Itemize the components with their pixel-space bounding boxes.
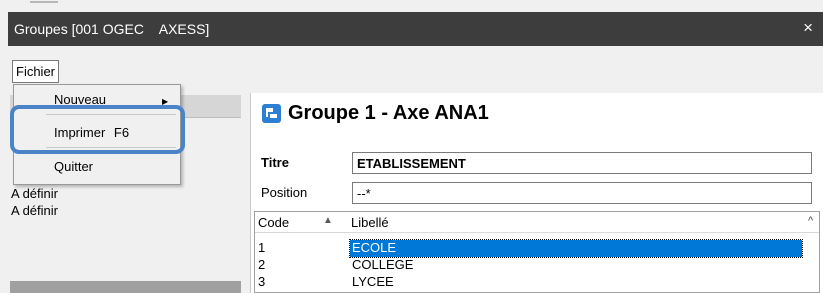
list-item[interactable]: A définir <box>11 203 58 218</box>
close-icon[interactable]: × <box>803 19 813 36</box>
background-window-fragment <box>30 1 58 3</box>
table-row-libelle[interactable]: COLLEGE <box>352 257 413 272</box>
column-header-code[interactable]: Code <box>258 215 289 230</box>
position-label: Position <box>261 185 308 200</box>
titre-field[interactable]: ETABLISSEMENT <box>352 152 812 174</box>
table-row-code[interactable]: 3 <box>258 274 265 289</box>
sort-asc-icon[interactable]: ▲ <box>323 215 333 226</box>
scroll-up-icon[interactable]: ^ <box>808 215 813 227</box>
codes-table: Code ▲ Libellé ^ 1 ECOLE 2 COLLEGE 3 LYC… <box>254 211 820 293</box>
table-header <box>255 212 819 233</box>
group-detail-panel: Groupe 1 - Axe ANA1 Titre ETABLISSEMENT … <box>250 93 823 293</box>
position-field[interactable]: --* <box>352 182 812 204</box>
background-strip <box>0 0 823 12</box>
titre-label: Titre <box>261 155 289 170</box>
window-title: Groupes [001 OGEC AXESS] <box>14 21 210 37</box>
table-row-libelle[interactable]: LYCEE <box>352 274 394 289</box>
table-row-code[interactable]: 1 <box>258 240 265 255</box>
group-icon <box>262 104 281 123</box>
highlight-ring <box>10 105 185 154</box>
menu-item-label: Quitter <box>54 159 94 174</box>
menu-fichier-label: Fichier <box>16 64 56 79</box>
groups-list-scrollbar[interactable] <box>10 281 241 293</box>
list-item[interactable]: A définir <box>11 186 58 201</box>
selected-row-highlight <box>349 239 803 258</box>
menu-fichier[interactable]: Fichier <box>12 60 60 83</box>
menu-item-quitter[interactable]: Quitter <box>54 159 93 174</box>
table-row-code[interactable]: 2 <box>258 257 265 272</box>
page-title: Groupe 1 - Axe ANA1 <box>288 102 489 124</box>
title-bar[interactable]: Groupes [001 OGEC AXESS] × <box>8 12 823 46</box>
table-row-libelle[interactable]: ECOLE <box>352 240 396 255</box>
column-header-libelle[interactable]: Libellé <box>351 215 389 230</box>
